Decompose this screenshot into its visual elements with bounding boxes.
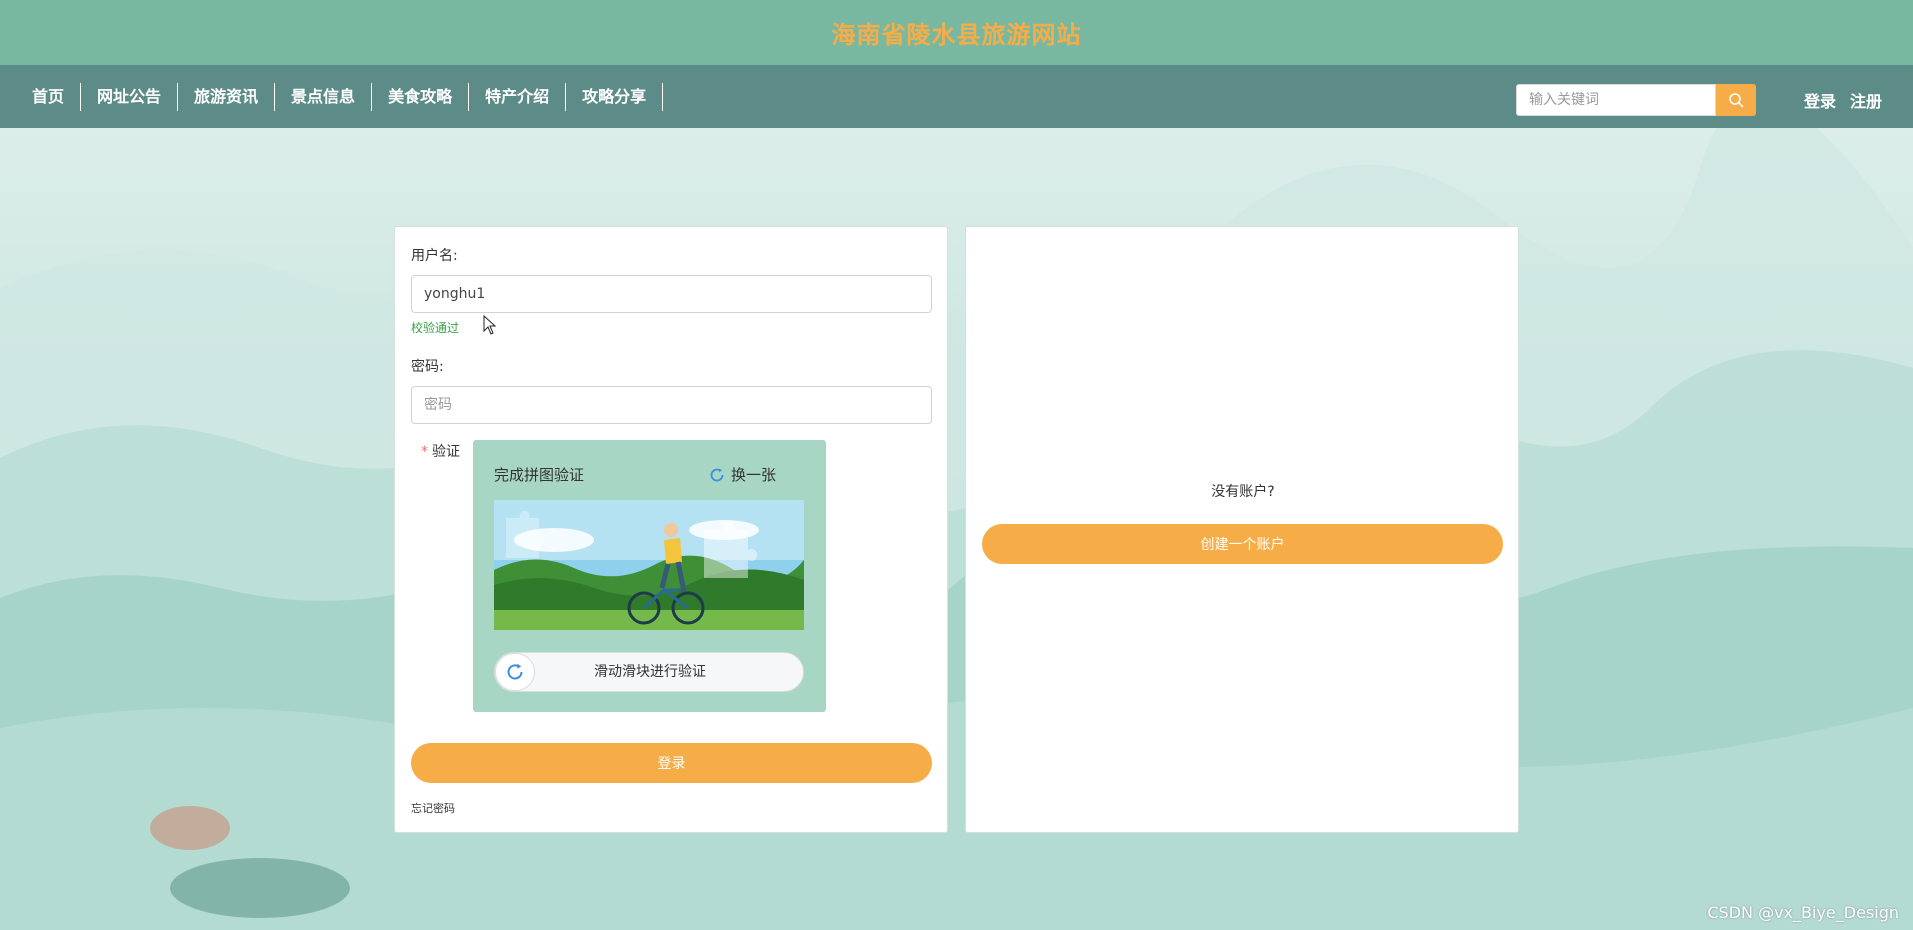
search-button[interactable] xyxy=(1716,84,1756,116)
captcha-title: 完成拼图验证 xyxy=(494,466,585,484)
captcha-puzzle-image xyxy=(494,500,804,630)
username-status: 校验通过 xyxy=(411,321,460,335)
create-account-button[interactable]: 创建一个账户 xyxy=(982,524,1503,564)
verify-label: * 验证 xyxy=(421,444,460,460)
captcha-slider-handle[interactable] xyxy=(495,653,535,691)
forgot-password-link[interactable]: 忘记密码 xyxy=(411,800,455,816)
no-account-prompt: 没有账户? xyxy=(1211,484,1275,500)
register-card: 没有账户? 创建一个账户 xyxy=(965,226,1519,833)
captcha-refresh-label: 换一张 xyxy=(731,466,777,484)
username-label: 用户名: xyxy=(411,248,458,264)
mouse-cursor-icon xyxy=(483,315,497,335)
password-input[interactable] xyxy=(411,386,932,424)
refresh-icon xyxy=(507,663,523,680)
nav-item-guide-sharing[interactable]: 攻略分享 xyxy=(566,82,664,111)
nav-item-announcements[interactable]: 网址公告 xyxy=(81,82,179,111)
watermark: CSDN @vx_Biye_Design xyxy=(1707,903,1899,922)
nav-item-attractions[interactable]: 景点信息 xyxy=(275,82,373,111)
nav-item-travel-news[interactable]: 旅游资讯 xyxy=(178,82,276,111)
login-card: 用户名: 校验通过 密码: *验证 完成拼图验证 换一张 xyxy=(394,226,948,833)
search-input[interactable] xyxy=(1516,84,1716,116)
nav-item-home[interactable]: 首页 xyxy=(16,82,82,111)
captcha-slider-track: 滑动滑块进行验证 xyxy=(494,652,804,692)
verify-label-text: 验证 xyxy=(432,444,460,460)
login-button[interactable]: 登录 xyxy=(411,743,932,783)
nav-menu: 首页 网址公告 旅游资讯 景点信息 美食攻略 特产介绍 攻略分享 xyxy=(16,65,664,128)
search-box xyxy=(1516,84,1756,116)
password-label: 密码: xyxy=(411,359,444,375)
slider-hint: 滑动滑块进行验证 xyxy=(594,664,706,680)
username-input[interactable] xyxy=(411,275,932,313)
site-header: 海南省陵水县旅游网站 xyxy=(0,0,1913,65)
header-register-link[interactable]: 注册 xyxy=(1850,88,1882,112)
landscape-background xyxy=(0,128,1913,930)
captcha-refresh-button[interactable]: 换一张 xyxy=(709,464,776,485)
refresh-icon xyxy=(710,468,724,481)
nav-item-specialties[interactable]: 特产介绍 xyxy=(469,82,567,111)
nav-item-food-guide[interactable]: 美食攻略 xyxy=(372,82,470,111)
auth-links: 登录 注册 xyxy=(1804,84,1882,116)
search-icon xyxy=(1729,93,1744,108)
captcha-picture xyxy=(494,500,804,630)
puzzle-captcha: 完成拼图验证 换一张 滑动滑块进行验证 xyxy=(473,440,826,712)
header-login-link[interactable]: 登录 xyxy=(1804,88,1836,112)
site-title: 海南省陵水县旅游网站 xyxy=(831,20,1082,49)
